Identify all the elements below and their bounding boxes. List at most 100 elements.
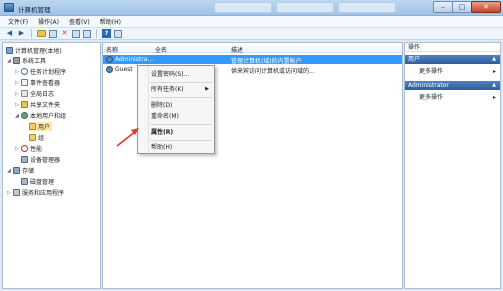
- tree-node-label: 共享文件夹: [30, 102, 61, 109]
- disk-icon: [21, 178, 28, 185]
- user-icon: [106, 56, 113, 63]
- menu-action[interactable]: 操作(A): [38, 17, 59, 26]
- tree-node-shared-folders[interactable]: ▷ 共享文件夹: [15, 100, 60, 109]
- folder-icon: [29, 123, 36, 130]
- menu-separator: [150, 124, 212, 125]
- storage-icon: [13, 167, 20, 174]
- up-folder-icon[interactable]: [37, 30, 46, 37]
- submenu-arrow-icon: ▶: [205, 86, 209, 92]
- event-viewer-icon: [21, 79, 28, 86]
- navigation-tree: 计算机管理(本地) ◢ 系统工具 ▷ 任务计划程序 ▷ 事件查看器 ▷ 全局日志…: [2, 42, 101, 289]
- toolbar: ◀ ▶ ✕ ?: [0, 28, 503, 40]
- tree-node-task-scheduler[interactable]: ▷ 任务计划程序: [15, 67, 66, 76]
- menu-separator: [150, 140, 212, 141]
- actions-pane: 操作 用户 ▲ 更多操作 ▸ Administrator ▲ 更多操作 ▸: [404, 42, 501, 289]
- background-taskbar-tabs: [214, 2, 396, 13]
- more-actions-administrator[interactable]: 更多操作 ▸: [405, 93, 500, 102]
- device-manager-icon: [21, 156, 28, 163]
- actions-section-users[interactable]: 用户 ▲: [405, 55, 500, 64]
- menu-item-rename[interactable]: 重命名(M): [138, 112, 214, 121]
- tree-node-storage[interactable]: ◢ 存储: [7, 166, 34, 175]
- column-header-name[interactable]: 名称: [106, 45, 118, 54]
- show-hide-tree-icon[interactable]: [49, 29, 57, 38]
- menu-separator: [150, 82, 212, 83]
- maximize-button[interactable]: □: [452, 1, 472, 13]
- collapse-caret-icon[interactable]: ▲: [492, 81, 496, 90]
- clock-icon: [21, 68, 28, 75]
- user-name: Administra...: [115, 56, 154, 63]
- more-actions-users[interactable]: 更多操作 ▸: [405, 67, 500, 76]
- tree-node-services-apps[interactable]: ▷ 服务和应用程序: [7, 188, 64, 197]
- tree-node-event-viewer[interactable]: ▷ 事件查看器: [15, 78, 60, 87]
- menu-item-all-tasks[interactable]: 所有任务(K) ▶: [138, 85, 214, 94]
- actions-section-administrator[interactable]: Administrator ▲: [405, 81, 500, 90]
- back-icon[interactable]: ◀: [5, 29, 14, 38]
- properties-icon[interactable]: [72, 29, 80, 38]
- blurred-tab: [276, 2, 334, 13]
- section-label: Administrator: [408, 82, 449, 89]
- tree-node-label: 组: [38, 135, 45, 142]
- toolbar-separator: [31, 29, 32, 38]
- column-header-fullname[interactable]: 全名: [155, 45, 167, 54]
- collapse-caret-icon[interactable]: ▲: [492, 55, 496, 64]
- minimize-button[interactable]: –: [433, 1, 453, 13]
- submenu-arrow-icon: ▸: [492, 94, 496, 101]
- context-menu: 设置密码(S)... 所有任务(K) ▶ 删除(D) 重命名(M) 属性(R) …: [137, 65, 215, 154]
- menu-separator: [150, 97, 212, 98]
- blurred-tab: [214, 2, 272, 13]
- tree-node-device-manager[interactable]: 设备管理器: [21, 155, 60, 164]
- user-name: Guest: [115, 66, 133, 73]
- tree-node-label: 全局日志: [30, 91, 55, 98]
- user-description: 供来宾访问计算机或访问域的...: [231, 68, 315, 75]
- tree-node-groups[interactable]: 组: [29, 133, 44, 142]
- tree-node-local-users-groups[interactable]: ◢ 本地用户和组: [15, 111, 66, 120]
- tree-node-label: 用户: [38, 124, 51, 131]
- action-label: 更多操作: [419, 68, 444, 75]
- menu-item-delete[interactable]: 删除(D): [138, 101, 214, 110]
- tree-node-root[interactable]: 计算机管理(本地): [6, 46, 62, 55]
- window-title: 计算机管理: [18, 6, 51, 14]
- action-label: 更多操作: [419, 94, 444, 101]
- user-icon: [106, 66, 113, 73]
- menu-item-label: 所有任务(K): [151, 86, 184, 93]
- tree-node-label: 任务计划程序: [30, 69, 67, 76]
- menu-item-help[interactable]: 帮助(H): [138, 143, 214, 152]
- submenu-arrow-icon: ▸: [492, 68, 496, 75]
- view-icon[interactable]: [114, 29, 122, 38]
- users-icon: [21, 112, 28, 119]
- menu-help[interactable]: 帮助(H): [100, 17, 121, 26]
- tree-node-label: 系统工具: [22, 58, 47, 65]
- tree-node-global-log[interactable]: ▷ 全局日志: [15, 89, 54, 98]
- tree-node-label: 事件查看器: [30, 80, 61, 87]
- computer-icon: [6, 47, 13, 54]
- tree-node-users[interactable]: 用户: [29, 122, 53, 131]
- blurred-tab: [338, 2, 396, 13]
- user-description: 管理计算机(域)的内置帐户: [231, 58, 302, 65]
- tree-node-system-tools[interactable]: ◢ 系统工具: [7, 56, 46, 65]
- actions-header: 操作: [405, 43, 500, 52]
- delete-icon[interactable]: ✕: [60, 29, 69, 38]
- list-header: 名称 全名 描述: [103, 43, 402, 54]
- tree-node-performance[interactable]: ▷ 性能: [15, 144, 42, 153]
- menu-file[interactable]: 文件(F): [8, 17, 28, 26]
- log-icon: [21, 90, 28, 97]
- tree-node-label: 存储: [22, 168, 35, 175]
- column-header-description[interactable]: 描述: [231, 45, 243, 54]
- tools-icon: [13, 57, 20, 64]
- computer-management-icon: [4, 3, 14, 12]
- toolbar-separator: [96, 29, 97, 38]
- menu-view[interactable]: 查看(V): [69, 17, 90, 26]
- services-icon: [13, 189, 20, 196]
- tree-node-label: 磁盘管理: [30, 179, 55, 186]
- close-button[interactable]: ✕: [471, 1, 501, 13]
- help-icon[interactable]: ?: [102, 29, 111, 38]
- menu-item-properties[interactable]: 属性(R): [138, 128, 214, 137]
- menu-item-set-password[interactable]: 设置密码(S)...: [138, 70, 214, 79]
- tree-node-label: 服务和应用程序: [22, 190, 65, 197]
- shared-folder-icon: [21, 101, 28, 108]
- export-icon[interactable]: [83, 29, 91, 38]
- table-row[interactable]: Administra... 管理计算机(域)的内置帐户: [103, 55, 402, 65]
- forward-icon[interactable]: ▶: [17, 29, 26, 38]
- section-label: 用户: [408, 56, 421, 63]
- tree-node-disk-management[interactable]: 磁盘管理: [21, 177, 54, 186]
